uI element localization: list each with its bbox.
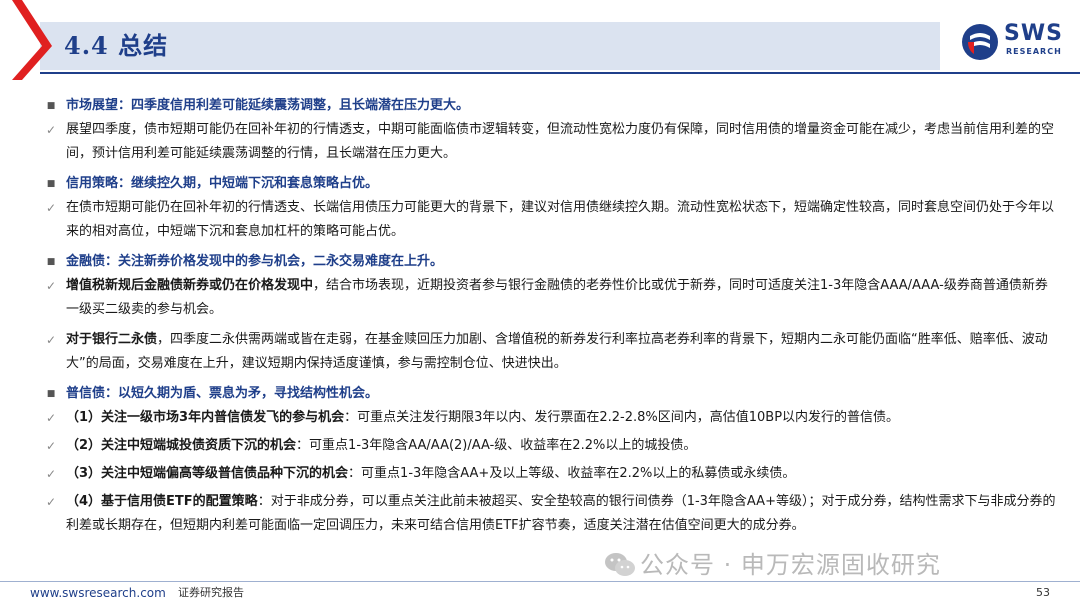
check-bullet-icon: ✓ <box>45 495 57 509</box>
sws-logo-icon <box>962 24 998 60</box>
item-lead: （1）关注一级市场3年内普信债发飞的参与机会 <box>66 410 345 425</box>
check-bullet-icon: ✓ <box>45 439 57 453</box>
check-bullet-icon: ✓ <box>45 201 57 215</box>
item-lead: （3）关注中短端偏高等级普信债品种下沉的机会 <box>66 466 349 481</box>
footer-website-link[interactable]: www.swsresearch.com <box>30 584 166 602</box>
item-lead: 对于银行二永债 <box>66 332 158 347</box>
section-heading-general-credit: ■ 普信债：以短久期为盾、票息为矛，寻找结构性机会。 <box>40 382 1060 406</box>
section-heading-market: ■ 市场展望：四季度信用利差可能延续震荡调整，且长端潜在压力更大。 <box>40 94 1060 118</box>
logo-wordmark: SWS <box>1004 21 1063 46</box>
check-bullet-icon: ✓ <box>45 467 57 481</box>
check-bullet-icon: ✓ <box>45 279 57 293</box>
watermark-text: 公众号 · 申万宏源固收研究 <box>640 551 941 579</box>
list-item: ✓ （3）关注中短端偏高等级普信债品种下沉的机会：可重点1-3年隐含AA+及以上… <box>40 462 1060 486</box>
list-item: ✓ （4）基于信用债ETF的配置策略：对于非成分券，可以重点关注此前未被超买、安… <box>40 490 1060 538</box>
list-item: ✓ 展望四季度，债市短期可能仍在回补年初的行情透支，中期可能面临债市逻辑转变，但… <box>40 118 1060 166</box>
check-bullet-icon: ✓ <box>45 123 57 137</box>
check-bullet-icon: ✓ <box>45 333 57 347</box>
item-lead: （4）基于信用债ETF的配置策略 <box>66 494 258 509</box>
page-number: 53 <box>1036 586 1050 599</box>
red-slant-decoration <box>12 0 52 80</box>
list-item: ✓ 增值税新规后金融债新券或仍在价格发现中，结合市场表现，近期投资者参与银行金融… <box>40 274 1060 322</box>
square-bullet-icon: ■ <box>46 179 56 189</box>
section-heading-credit-strategy: ■ 信用策略：继续控久期，中短端下沉和套息策略占优。 <box>40 172 1060 196</box>
square-bullet-icon: ■ <box>46 389 56 399</box>
section-heading-financial-bonds: ■ 金融债：关注新券价格发现中的参与机会，二永交易难度在上升。 <box>40 250 1060 274</box>
page-title: 4.4 总结 <box>64 31 169 60</box>
list-item: ✓ （1）关注一级市场3年内普信债发飞的参与机会：可重点关注发行期限3年以内、发… <box>40 406 1060 430</box>
list-item: ✓ 在债市短期可能仍在回补年初的行情透支、长端信用债压力可能更大的背景下，建议对… <box>40 196 1060 244</box>
header-rule <box>40 72 1080 74</box>
title-band <box>40 22 940 70</box>
summary-content: ■ 市场展望：四季度信用利差可能延续震荡调整，且长端潜在压力更大。 ✓ 展望四季… <box>40 92 1060 542</box>
list-item: ✓ （2）关注中短端城投债资质下沉的机会：可重点1-3年隐含AA/AA(2)/A… <box>40 434 1060 458</box>
list-item: ✓ 对于银行二永债，四季度二永供需两端或皆在走弱，在基金赎回压力加剧、含增值税的… <box>40 328 1060 376</box>
check-bullet-icon: ✓ <box>45 411 57 425</box>
footer-rule <box>0 581 1080 582</box>
sws-logo: SWS RESEARCH <box>960 20 1070 64</box>
wechat-icon <box>605 553 635 576</box>
item-lead: 增值税新规后金融债新券或仍在价格发现中 <box>66 278 314 293</box>
square-bullet-icon: ■ <box>46 101 56 111</box>
footer-report-label: 证券研究报告 <box>178 586 244 599</box>
logo-subtitle: RESEARCH <box>1006 47 1062 56</box>
item-lead: （2）关注中短端城投债资质下沉的机会 <box>66 438 297 453</box>
slide-header: 4.4 总结 SWS RESEARCH <box>0 0 1080 80</box>
square-bullet-icon: ■ <box>46 257 56 267</box>
